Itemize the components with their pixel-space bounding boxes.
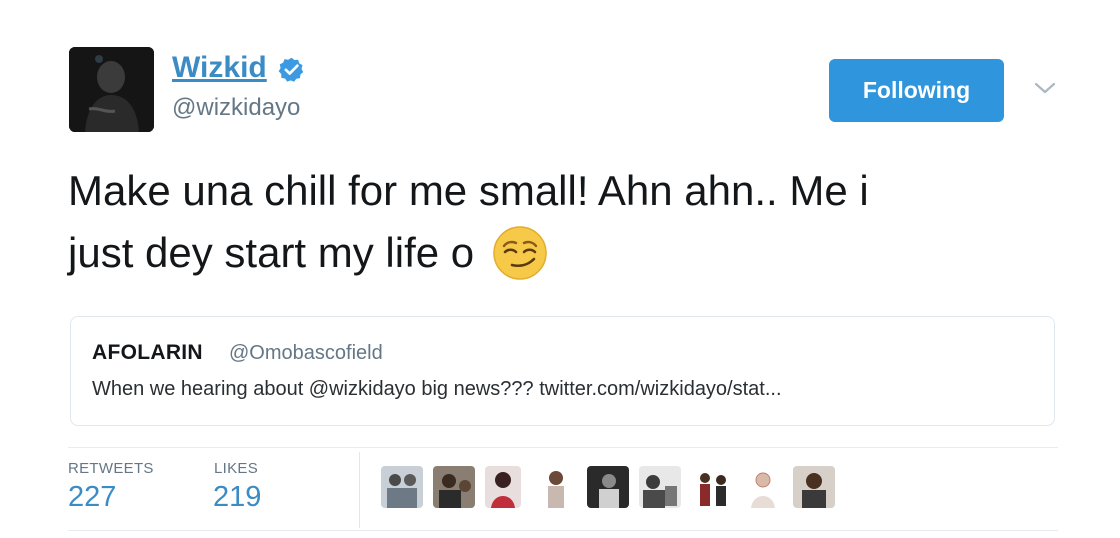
tweet-text: Make una chill for me small! Ahn ahn.. M… — [68, 160, 1058, 284]
author-avatar-image — [69, 47, 154, 132]
stats-divider-top — [68, 447, 1058, 448]
likes-label: LIKES — [214, 460, 259, 477]
author-handle[interactable]: @wizkidayo — [172, 93, 300, 123]
stats-divider-bottom — [68, 530, 1058, 531]
liker-avatar[interactable] — [539, 466, 573, 508]
following-button[interactable]: Following — [829, 59, 1004, 122]
quoted-tweet-name: AFOLARIN — [92, 341, 203, 364]
likes-count[interactable]: 219 — [213, 481, 261, 514]
author-display-name[interactable]: Wizkid — [172, 50, 267, 86]
liker-avatar[interactable] — [639, 466, 681, 508]
liker-avatar[interactable] — [381, 466, 423, 508]
tweet-text-line: Make una chill for me small! Ahn ahn.. M… — [68, 167, 869, 214]
tweet-text-line-2: just dey start my life o — [68, 222, 1058, 284]
retweets-count[interactable]: 227 — [68, 481, 116, 514]
liker-avatar[interactable] — [693, 466, 733, 508]
liker-avatar[interactable] — [793, 466, 835, 508]
chevron-down-icon[interactable] — [1032, 78, 1058, 98]
liker-avatar[interactable] — [433, 466, 475, 508]
stats-separator — [359, 452, 360, 528]
liker-avatar[interactable] — [745, 466, 781, 508]
quoted-tweet-card[interactable]: AFOLARIN @Omobascofield When we hearing … — [70, 316, 1055, 426]
smirking-face-emoji-icon — [493, 226, 547, 280]
retweets-label: RETWEETS — [68, 460, 154, 477]
quoted-tweet-text: When we hearing about @wizkidayo big new… — [92, 378, 782, 400]
author-avatar[interactable] — [69, 47, 154, 132]
quoted-tweet-handle: @Omobascofield — [229, 342, 383, 364]
liker-avatar[interactable] — [587, 466, 629, 508]
verified-badge-icon — [278, 57, 304, 82]
liker-avatar[interactable] — [485, 466, 521, 508]
tweet-text-line: just dey start my life o — [68, 229, 475, 276]
